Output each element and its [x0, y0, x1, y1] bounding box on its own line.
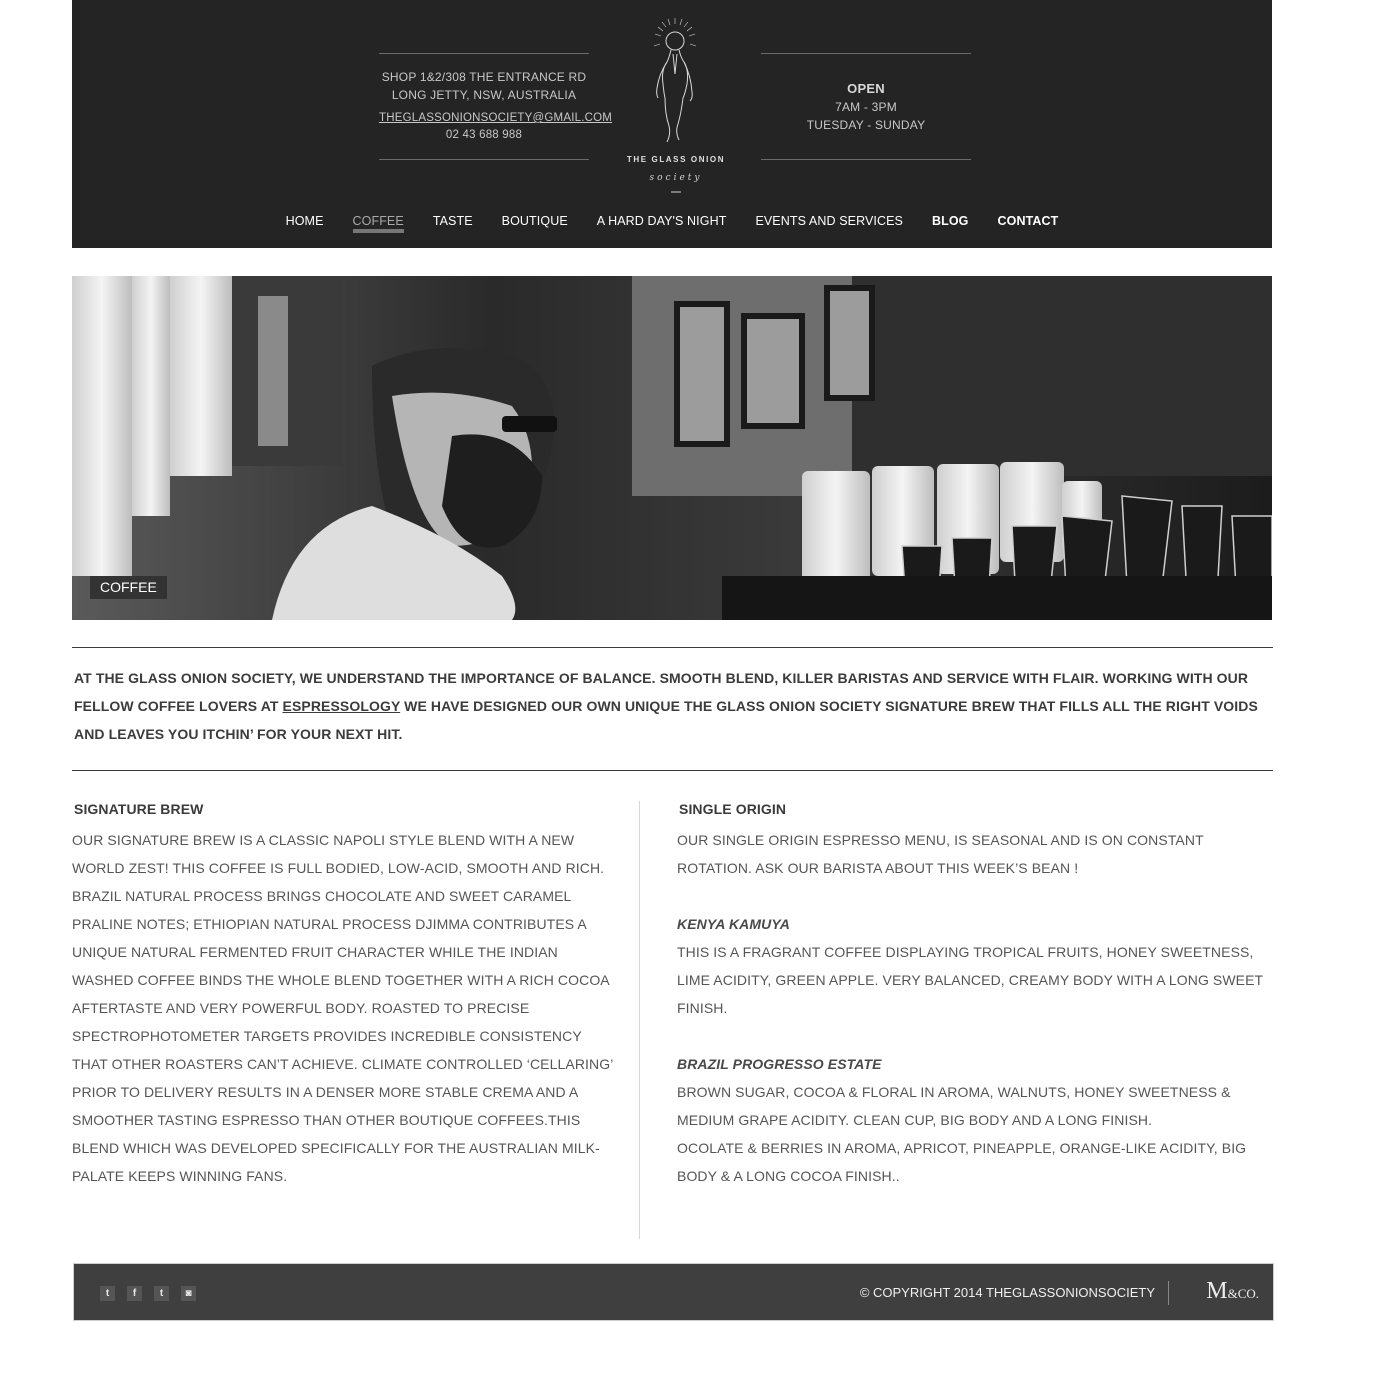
brazil-title: BRAZIL PROGRESSO ESTATE [677, 1056, 882, 1072]
kenya-title: KENYA KAMUYA [677, 916, 790, 932]
nav-item-home[interactable]: HOME [286, 214, 324, 233]
nav-item-events-and-services[interactable]: EVENTS AND SERVICES [755, 214, 903, 233]
svg-text:society: society [650, 173, 703, 183]
signature-brew-column: SIGNATURE BREW OUR SIGNATURE BREW IS A C… [72, 798, 617, 1190]
kenya-body: THIS IS A FRAGRANT COFFEE DISPLAYING TRO… [677, 944, 1263, 1016]
intro-top-rule [72, 647, 1273, 648]
barista-photo [72, 276, 1272, 620]
agency-logo-main: M [1206, 1278, 1228, 1304]
logo-figure-icon: THE GLASS ONION society [627, 18, 725, 193]
agency-logo-small: &CO. [1227, 1286, 1259, 1301]
facebook-icon[interactable]: f [127, 1286, 142, 1301]
hero-image: COFFEE [72, 276, 1272, 620]
hours-days: TUESDAY - SUNDAY [806, 118, 926, 132]
espressology-link[interactable]: ESPRESSOLOGY [283, 698, 401, 714]
phone-number: 02 43 688 988 [445, 129, 523, 141]
column-divider [639, 801, 640, 1239]
address-line-2: LONG JETTY, NSW, AUSTRALIA [391, 88, 577, 102]
opening-hours-block: OPEN 7AM - 3PM TUESDAY - SUNDAY [761, 53, 971, 160]
single-origin-intro: OUR SINGLE ORIGIN ESPRESSO MENU, IS SEAS… [677, 832, 1204, 876]
site-logo[interactable]: THE GLASS ONION society [621, 14, 731, 196]
agency-logo[interactable]: M&CO. [1206, 1278, 1259, 1305]
nav-item-coffee[interactable]: COFFEE [352, 214, 404, 233]
signature-brew-body: OUR SIGNATURE BREW IS A CLASSIC NAPOLI S… [72, 832, 613, 1184]
single-origin-column: SINGLE ORIGIN OUR SINGLE ORIGIN ESPRESSO… [677, 798, 1277, 1190]
nav-item-taste[interactable]: TASTE [433, 214, 473, 233]
intro-bottom-rule [72, 770, 1273, 771]
svg-text:THE GLASS ONION: THE GLASS ONION [627, 155, 725, 164]
email-link[interactable]: THEGLASSONIONSOCIETY@GMAIL.COM [379, 110, 612, 127]
copyright-text: © COPYRIGHT 2014 THEGLASSONIONSOCIETY [859, 1285, 1155, 1300]
intro-paragraph: AT THE GLASS ONION SOCIETY, WE UNDERSTAN… [74, 664, 1272, 748]
footer-separator [1168, 1281, 1169, 1305]
nav-item-boutique[interactable]: BOUTIQUE [502, 214, 568, 233]
address-block: SHOP 1&2/308 THE ENTRANCE RD LONG JETTY,… [379, 53, 612, 160]
single-origin-title: SINGLE ORIGIN [679, 801, 787, 817]
signature-brew-title: SIGNATURE BREW [74, 801, 204, 817]
twitter-icon[interactable]: t [100, 1286, 115, 1301]
site-header: SHOP 1&2/308 THE ENTRANCE RD LONG JETTY,… [72, 0, 1272, 248]
site-footer: t f t ◙ © COPYRIGHT 2014 THEGLASSONIONSO… [73, 1263, 1274, 1321]
instagram-icon[interactable]: ◙ [181, 1286, 196, 1301]
nav-item-blog[interactable]: BLOG [932, 214, 969, 233]
brazil-body-1: BROWN SUGAR, COCOA & FLORAL IN AROMA, WA… [677, 1084, 1231, 1128]
hero-label: COFFEE [90, 576, 167, 599]
address-line-1: SHOP 1&2/308 THE ENTRANCE RD [381, 70, 587, 84]
brazil-body-2: OCOLATE & BERRIES IN AROMA, APRICOT, PIN… [677, 1140, 1247, 1184]
main-nav: HOME COFFEE TASTE BOUTIQUE A HARD DAY'S … [72, 214, 1272, 244]
tumblr-icon[interactable]: t [154, 1286, 169, 1301]
hours-time: 7AM - 3PM [835, 100, 897, 114]
hours-title: OPEN [847, 81, 885, 96]
nav-item-hard-days-night[interactable]: A HARD DAY'S NIGHT [597, 214, 727, 233]
nav-item-contact[interactable]: CONTACT [998, 214, 1059, 233]
